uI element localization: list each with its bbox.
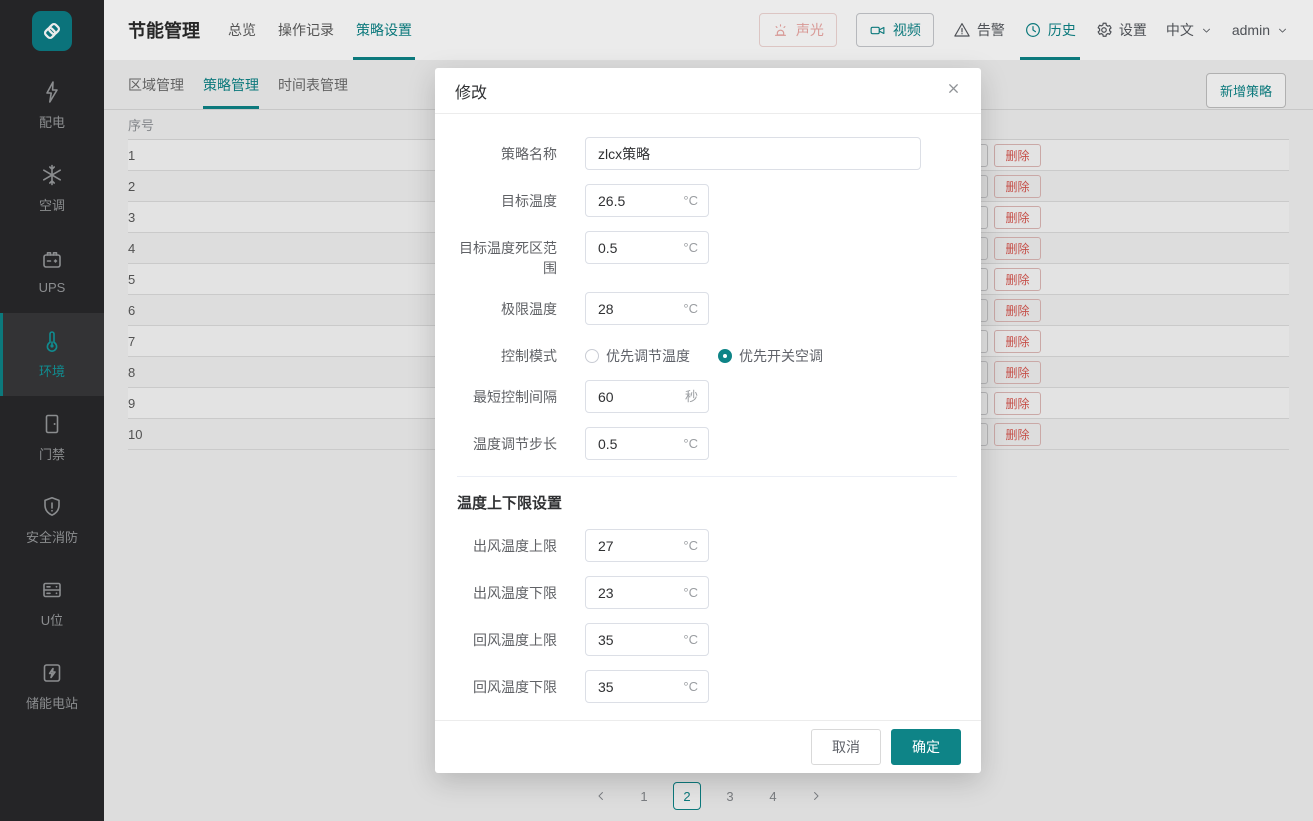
edit-policy-modal: 修改 策略名称目标温度°C目标温度死区范围°C极限温度°C控制模式优先调节温度优…: [435, 68, 981, 773]
limit-form-fields: 出风温度上限 °C 出风温度下限 °C 回风温度上限 °C 回风温度下限 °C: [457, 529, 957, 703]
radio-selected-icon[interactable]: [718, 349, 732, 363]
field-label: 回风温度下限: [457, 670, 557, 703]
unit-label: °C: [683, 184, 698, 217]
unit-label: °C: [683, 623, 698, 656]
field-label: 出风温度上限: [457, 529, 557, 562]
form-field-return-temp-upper: 回风温度上限 °C: [457, 623, 957, 656]
unit-label: °C: [683, 670, 698, 703]
unit-label: °C: [683, 529, 698, 562]
radio-option[interactable]: 优先调节温度: [585, 346, 690, 366]
field-label: 最短控制间隔: [457, 380, 557, 413]
unit-label: 秒: [685, 380, 698, 413]
form-field-temperature-step: 温度调节步长 °C: [457, 427, 957, 460]
form-field-return-temp-lower: 回风温度下限 °C: [457, 670, 957, 703]
cancel-button[interactable]: 取消: [811, 729, 881, 765]
form-field-outlet-temp-upper: 出风温度上限 °C: [457, 529, 957, 562]
form-fields: 策略名称目标温度 °C 目标温度死区范围 °C 极限温度 °C 控制模式 优先调节温度 优先开关…: [457, 137, 957, 460]
field-label: 目标温度死区范围: [457, 231, 557, 278]
field-label: 极限温度: [457, 292, 557, 325]
radio-option[interactable]: 优先开关空调: [718, 346, 823, 366]
confirm-button[interactable]: 确定: [891, 729, 961, 765]
control-mode-radio-group: 优先调节温度 优先开关空调: [585, 339, 823, 366]
form-field-policy-name: 策略名称: [457, 137, 957, 170]
modal-body: 策略名称目标温度 °C 目标温度死区范围 °C 极限温度 °C 控制模式 优先调节温度 优先开关…: [435, 114, 981, 720]
input-wrapper: °C: [585, 231, 709, 278]
modal-footer: 取消 确定: [435, 720, 981, 773]
form-field-target-temperature: 目标温度 °C: [457, 184, 957, 217]
field-label: 回风温度上限: [457, 623, 557, 656]
modal-title: 修改: [455, 79, 487, 103]
unit-label: °C: [683, 231, 698, 264]
modal-header: 修改: [435, 68, 981, 114]
unit-label: °C: [683, 292, 698, 325]
field-label: 策略名称: [457, 137, 557, 170]
field-label: 目标温度: [457, 184, 557, 217]
form-field-target-temperature-deadband: 目标温度死区范围 °C: [457, 231, 957, 278]
policy-name-input[interactable]: [585, 137, 921, 170]
field-label: 出风温度下限: [457, 576, 557, 609]
form-field-control-mode: 控制模式 优先调节温度 优先开关空调: [457, 339, 957, 366]
field-label: 温度调节步长: [457, 427, 557, 460]
radio-unselected-icon[interactable]: [585, 349, 599, 363]
input-wrapper: [585, 137, 921, 170]
input-wrapper: °C: [585, 184, 709, 217]
section-title: 温度上下限设置: [457, 492, 957, 513]
section-divider: [457, 476, 957, 477]
form-field-limit-temperature: 极限温度 °C: [457, 292, 957, 325]
form-field-min-control-interval: 最短控制间隔 秒: [457, 380, 957, 413]
unit-label: °C: [683, 576, 698, 609]
radio-label: 优先开关空调: [739, 346, 823, 366]
input-wrapper: °C: [585, 670, 709, 703]
input-wrapper: 秒: [585, 380, 709, 413]
input-wrapper: °C: [585, 529, 709, 562]
form-field-outlet-temp-lower: 出风温度下限 °C: [457, 576, 957, 609]
input-wrapper: °C: [585, 576, 709, 609]
radio-label: 优先调节温度: [606, 346, 690, 366]
input-wrapper: °C: [585, 427, 709, 460]
input-wrapper: °C: [585, 623, 709, 656]
input-wrapper: °C: [585, 292, 709, 325]
field-label: 控制模式: [457, 339, 557, 366]
close-icon[interactable]: [946, 81, 961, 101]
unit-label: °C: [683, 427, 698, 460]
